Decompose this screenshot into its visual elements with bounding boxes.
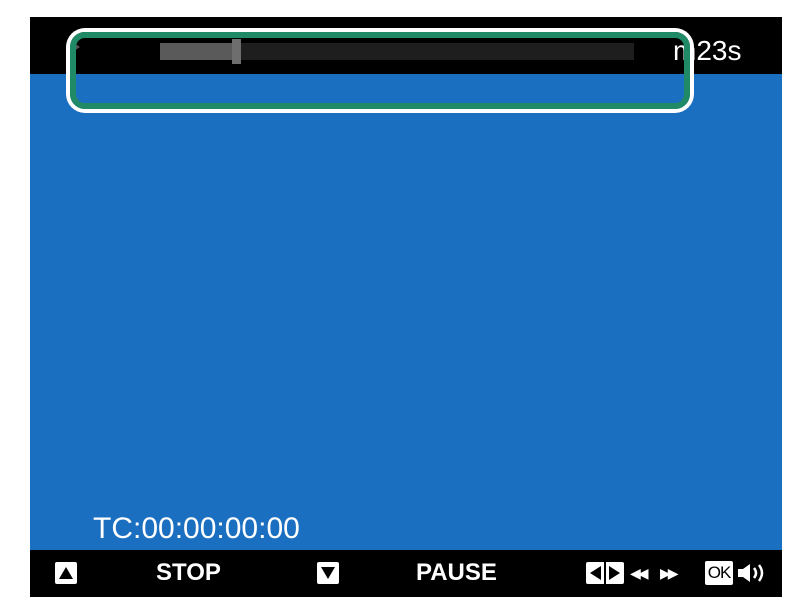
control-bar: STOP PAUSE ◀◀ ▶▶ OK (30, 550, 782, 597)
fast-forward-icon: ▶▶ (660, 565, 678, 581)
playback-progress-bar: m23s (30, 17, 782, 74)
pause-label: PAUSE (416, 559, 497, 586)
progress-track[interactable] (160, 39, 634, 64)
progress-handle[interactable] (231, 39, 241, 64)
ok-label: OK (707, 563, 732, 582)
progress-fill (160, 43, 236, 60)
stop-label: STOP (156, 559, 221, 586)
left-right-key-icon[interactable] (586, 562, 624, 584)
down-arrow-key-icon[interactable] (317, 562, 339, 584)
rewind-icon: ◀◀ (630, 565, 648, 581)
timecode: TC:00:00:00:00 (93, 512, 300, 545)
ok-key-icon[interactable]: OK (705, 561, 733, 585)
volume-icon (738, 564, 764, 582)
play-icon (68, 39, 80, 55)
time-remaining: m23s (673, 35, 742, 66)
up-arrow-key-icon[interactable] (55, 562, 77, 584)
